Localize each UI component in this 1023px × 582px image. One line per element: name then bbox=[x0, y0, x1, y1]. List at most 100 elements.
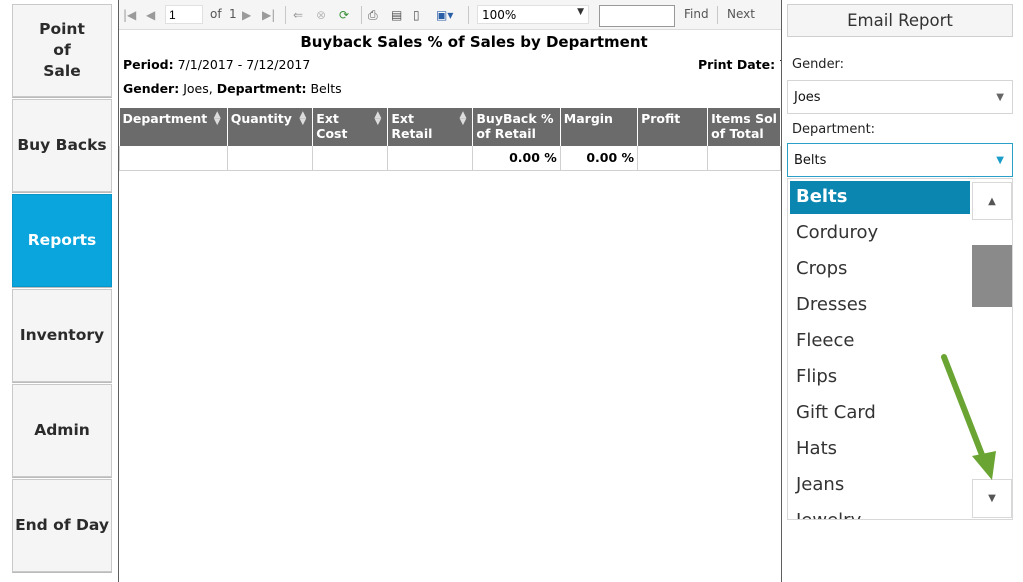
last-page-icon[interactable]: ▶| bbox=[262, 7, 275, 23]
table-header-row: Department ▲ ▼ Quantity ▲ ▼ Ext Cost ▲ ▼ Ext… bbox=[119, 108, 781, 146]
dropdown-item-hats[interactable]: Hats bbox=[790, 433, 970, 466]
filter-line: Gender: Joes, Department: Belts bbox=[123, 81, 342, 96]
prev-page-icon[interactable]: ◀ bbox=[146, 7, 155, 23]
nav-reports-button[interactable]: Reports bbox=[12, 194, 112, 287]
department-field-label: Department: bbox=[792, 122, 876, 137]
department-label: Department: bbox=[216, 81, 307, 96]
gender-value: Joes, bbox=[183, 81, 213, 96]
nav-inventory-button[interactable]: Inventory bbox=[12, 289, 112, 382]
report-table: Department ▲ ▼ Quantity ▲ ▼ Ext Cost ▲ ▼ Ext… bbox=[119, 108, 781, 171]
sort-icon: ▲ ▼ bbox=[299, 110, 307, 127]
column-header-ext-retail[interactable]: Ext Retail ▲ ▼ bbox=[387, 108, 474, 146]
table-cell: 0.00 % bbox=[560, 146, 639, 171]
dropdown-item-dresses[interactable]: Dresses bbox=[790, 289, 970, 322]
chevron-down-icon: ▼ bbox=[577, 7, 584, 17]
scroll-up-button[interactable]: ▲ bbox=[972, 182, 1012, 220]
period-value: 7/1/2017 - 7/12/2017 bbox=[177, 57, 311, 72]
chevron-down-icon: ▼ bbox=[996, 155, 1004, 166]
report-viewer: |◀ ◀ of 1 ▶ ▶| ⇐ ⊗ ⟳ ⎙ ▤ ▯ ▣▾ 100% ▼ Fin… bbox=[118, 0, 782, 582]
dropdown-item-jeans[interactable]: Jeans bbox=[790, 469, 970, 502]
column-header-quantity[interactable]: Quantity ▲ ▼ bbox=[227, 108, 314, 146]
chevron-down-icon: ▼ bbox=[996, 92, 1004, 103]
column-header-ext-cost[interactable]: Ext Cost ▲ ▼ bbox=[312, 108, 389, 146]
stop-icon[interactable]: ⊗ bbox=[316, 7, 326, 23]
column-header-items-sold: Items Sol of Total bbox=[707, 108, 781, 146]
page-setup-icon[interactable]: ▯ bbox=[413, 7, 420, 23]
period-line: Period: 7/1/2017 - 7/12/2017 bbox=[123, 57, 310, 72]
sort-icon: ▲ ▼ bbox=[459, 110, 467, 127]
table-cell bbox=[119, 146, 228, 171]
print-date-line: Print Date: 7/ bbox=[698, 57, 781, 72]
toolbar-separator bbox=[285, 6, 286, 24]
print-layout-icon[interactable]: ▤ bbox=[391, 7, 402, 23]
table-cell bbox=[707, 146, 781, 171]
sort-icon: ▲ ▼ bbox=[213, 110, 221, 127]
department-select-value: Belts bbox=[794, 153, 827, 168]
chevron-up-icon: ▲ bbox=[988, 195, 996, 207]
dropdown-item-flips[interactable]: Flips bbox=[790, 361, 970, 394]
nav-inventory-label: Inventory bbox=[19, 326, 105, 344]
zoom-select[interactable]: 100% ▼ bbox=[477, 5, 589, 24]
toolbar-separator bbox=[468, 6, 469, 24]
next-page-icon[interactable]: ▶ bbox=[242, 7, 251, 23]
first-page-icon[interactable]: |◀ bbox=[123, 7, 136, 23]
toolbar-separator bbox=[361, 6, 362, 24]
period-label: Period: bbox=[123, 57, 174, 72]
print-date-label: Print Date: bbox=[698, 57, 776, 72]
current-page-input[interactable] bbox=[165, 5, 203, 24]
gender-select-value: Joes bbox=[794, 90, 821, 105]
export-icon[interactable]: ▣▾ bbox=[436, 7, 453, 23]
table-cell: 0.00 % bbox=[472, 146, 561, 171]
column-header-profit: Profit bbox=[637, 108, 709, 146]
find-link[interactable]: Find bbox=[684, 7, 709, 21]
dropdown-item-fleece[interactable]: Fleece bbox=[790, 325, 970, 358]
dropdown-scrollbar-thumb[interactable] bbox=[972, 245, 1012, 307]
scroll-down-button[interactable]: ▼ bbox=[972, 479, 1012, 518]
table-cell bbox=[637, 146, 709, 171]
report-toolbar: |◀ ◀ of 1 ▶ ▶| ⇐ ⊗ ⟳ ⎙ ▤ ▯ ▣▾ 100% ▼ Fin… bbox=[119, 0, 781, 30]
dropdown-item-corduroy[interactable]: Corduroy bbox=[790, 217, 970, 250]
nav-end-of-day-label: End of Day bbox=[15, 516, 109, 534]
report-title: Buyback Sales % of Sales by Department bbox=[300, 33, 648, 51]
print-icon[interactable]: ⎙ bbox=[368, 7, 378, 23]
zoom-value: 100% bbox=[482, 8, 517, 22]
department-dropdown-list: Belts Corduroy Crops Dresses Fleece Flip… bbox=[787, 178, 1013, 520]
nav-point-of-sale-button[interactable]: Point of Sale bbox=[12, 4, 112, 97]
dropdown-scrollbar-track[interactable] bbox=[972, 179, 1012, 519]
department-value: Belts bbox=[310, 81, 342, 96]
table-cell bbox=[387, 146, 474, 171]
of-label: of bbox=[210, 7, 222, 21]
table-cell bbox=[312, 146, 389, 171]
nav-reports-label: Reports bbox=[27, 231, 97, 249]
right-panel: Email Report Gender: Joes ▼ Department: … bbox=[783, 0, 1023, 582]
print-date-value: 7/ bbox=[779, 57, 781, 72]
dropdown-item-crops[interactable]: Crops bbox=[790, 253, 970, 286]
gender-label: Gender: bbox=[123, 81, 180, 96]
column-header-department[interactable]: Department ▲ ▼ bbox=[119, 108, 228, 146]
dropdown-item-jewelry[interactable]: Jewelry bbox=[790, 505, 970, 519]
table-row: 0.00 % 0.00 % bbox=[119, 146, 781, 171]
column-header-margin: Margin bbox=[560, 108, 639, 146]
nav-buy-backs-label: Buy Backs bbox=[17, 136, 107, 154]
gender-field-label: Gender: bbox=[792, 57, 845, 72]
next-link[interactable]: Next bbox=[727, 7, 755, 21]
toolbar-separator bbox=[717, 6, 718, 24]
back-icon[interactable]: ⇐ bbox=[293, 7, 303, 23]
email-report-button[interactable]: Email Report bbox=[787, 4, 1013, 37]
table-cell bbox=[227, 146, 314, 171]
nav-point-of-sale-label: Point of Sale bbox=[39, 20, 85, 80]
nav-admin-label: Admin bbox=[34, 421, 90, 439]
sort-icon: ▲ ▼ bbox=[374, 110, 382, 127]
nav-buy-backs-button[interactable]: Buy Backs bbox=[12, 99, 112, 192]
department-select[interactable]: Belts ▼ bbox=[787, 143, 1013, 177]
nav-admin-button[interactable]: Admin bbox=[12, 384, 112, 477]
gender-select[interactable]: Joes ▼ bbox=[787, 80, 1013, 114]
find-input[interactable] bbox=[599, 5, 675, 27]
column-header-buyback-pct: BuyBack % of Retail bbox=[472, 108, 561, 146]
dropdown-item-gift-card[interactable]: Gift Card bbox=[790, 397, 970, 430]
left-navigation: Point of Sale Buy Backs Reports Inventor… bbox=[0, 0, 118, 582]
total-pages-label: 1 bbox=[229, 7, 237, 21]
dropdown-item-belts[interactable]: Belts bbox=[790, 181, 970, 214]
nav-end-of-day-button[interactable]: End of Day bbox=[12, 479, 112, 572]
refresh-icon[interactable]: ⟳ bbox=[339, 7, 349, 23]
